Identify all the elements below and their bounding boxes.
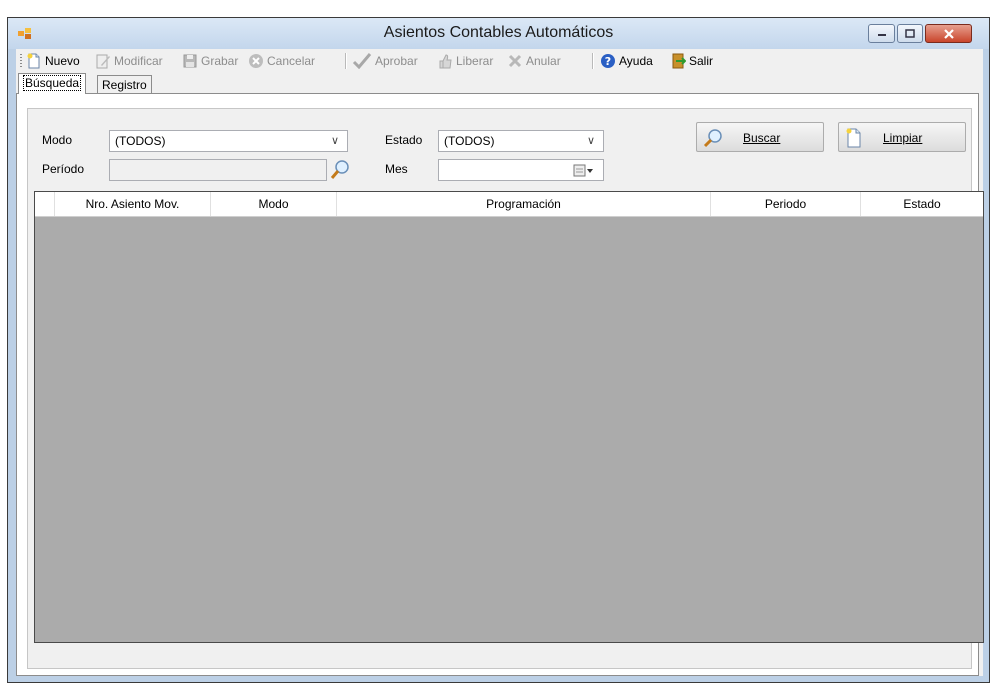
column-header-programacion[interactable]: Programación: [337, 192, 711, 216]
busqueda-tab-page: Modo (TODOS) ∨ Estado (TODOS) ∨ Período: [16, 93, 984, 676]
calendar-dropdown-icon[interactable]: [573, 164, 595, 181]
cancel-icon: [248, 53, 264, 69]
limpiar-label: Limpiar: [883, 131, 923, 145]
new-document-icon: [26, 53, 42, 69]
toolbar-separator: [345, 53, 347, 69]
edit-icon: [95, 53, 111, 69]
limpiar-button[interactable]: Limpiar: [838, 122, 966, 152]
close-button[interactable]: [925, 24, 972, 43]
row-header-cell: [35, 192, 55, 216]
liberar-label: Liberar: [456, 54, 494, 68]
mes-date-picker[interactable]: [438, 159, 604, 181]
maximize-button[interactable]: [897, 24, 923, 43]
aprobar-button[interactable]: Aprobar: [352, 52, 418, 70]
tab-registro[interactable]: Registro: [97, 75, 152, 94]
checkmark-icon: [352, 53, 372, 70]
void-icon: [507, 53, 523, 69]
salir-label: Salir: [689, 54, 714, 68]
thumbs-up-icon: [437, 53, 453, 69]
tab-busqueda-label: Búsqueda: [23, 75, 82, 91]
mes-label: Mes: [385, 162, 408, 176]
salir-button[interactable]: Salir: [670, 52, 713, 70]
chevron-down-icon: ∨: [586, 135, 595, 147]
maximize-icon: [898, 25, 922, 42]
ayuda-button[interactable]: ? Ayuda: [600, 52, 653, 70]
column-header-modo[interactable]: Modo: [211, 192, 337, 216]
minimize-button[interactable]: [868, 24, 895, 43]
buscar-label: Buscar: [743, 131, 781, 145]
magnifier-icon: [329, 160, 351, 184]
window-title: Asientos Contables Automáticos: [383, 24, 614, 41]
nuevo-label: Nuevo: [45, 54, 80, 68]
anular-button[interactable]: Anular: [507, 52, 561, 70]
grid-header: Nro. Asiento Mov. Modo Programación Peri…: [35, 192, 983, 217]
exit-door-icon: [670, 53, 687, 69]
grabar-label: Grabar: [201, 54, 239, 68]
cancelar-button[interactable]: Cancelar: [248, 52, 315, 70]
toolbar: Nuevo Modificar Grabar Cancelar Aprobar …: [16, 49, 983, 73]
modificar-label: Modificar: [114, 54, 163, 68]
periodo-label: Período: [42, 162, 85, 176]
search-panel: Modo (TODOS) ∨ Estado (TODOS) ∨ Período: [27, 108, 984, 669]
tab-registro-label: Registro: [102, 78, 147, 92]
cancelar-label: Cancelar: [267, 54, 316, 68]
column-header-estado[interactable]: Estado: [861, 192, 983, 216]
anular-label: Anular: [526, 54, 561, 68]
results-grid[interactable]: Nro. Asiento Mov. Modo Programación Peri…: [34, 191, 984, 643]
nuevo-button[interactable]: Nuevo: [26, 52, 80, 70]
svg-text:?: ?: [605, 55, 611, 68]
close-icon: [926, 25, 971, 42]
minimize-icon: [869, 25, 894, 42]
buscar-button[interactable]: Buscar: [696, 122, 824, 152]
periodo-field[interactable]: [109, 159, 327, 181]
modo-select[interactable]: (TODOS) ∨: [109, 130, 348, 152]
magnifier-icon: [703, 128, 723, 151]
app-window: Asientos Contables Automáticos Nuevo Mod…: [7, 17, 990, 683]
estado-value: (TODOS): [444, 134, 495, 148]
modificar-button[interactable]: Modificar: [95, 52, 163, 70]
estado-select[interactable]: (TODOS) ∨: [438, 130, 604, 152]
title-bar[interactable]: Asientos Contables Automáticos: [8, 18, 989, 49]
toolbar-separator: [592, 53, 594, 69]
liberar-button[interactable]: Liberar: [437, 52, 493, 70]
toolbar-grip-icon[interactable]: [20, 54, 22, 68]
aprobar-label: Aprobar: [375, 54, 418, 68]
tab-busqueda[interactable]: Búsqueda: [18, 73, 87, 94]
client-area: Nuevo Modificar Grabar Cancelar Aprobar …: [16, 49, 984, 676]
ayuda-label: Ayuda: [619, 54, 653, 68]
estado-label: Estado: [385, 133, 423, 147]
help-icon: ?: [600, 53, 616, 69]
modo-label: Modo: [42, 133, 73, 147]
new-document-icon: [845, 128, 863, 151]
grabar-button[interactable]: Grabar: [182, 52, 238, 70]
chevron-down-icon: ∨: [330, 135, 339, 147]
column-header-nro-asiento[interactable]: Nro. Asiento Mov.: [55, 192, 211, 216]
save-icon: [182, 53, 198, 69]
column-header-periodo[interactable]: Periodo: [711, 192, 861, 216]
periodo-search-button[interactable]: [329, 158, 351, 181]
tab-strip: Búsqueda Registro: [16, 73, 983, 94]
modo-value: (TODOS): [115, 134, 166, 148]
